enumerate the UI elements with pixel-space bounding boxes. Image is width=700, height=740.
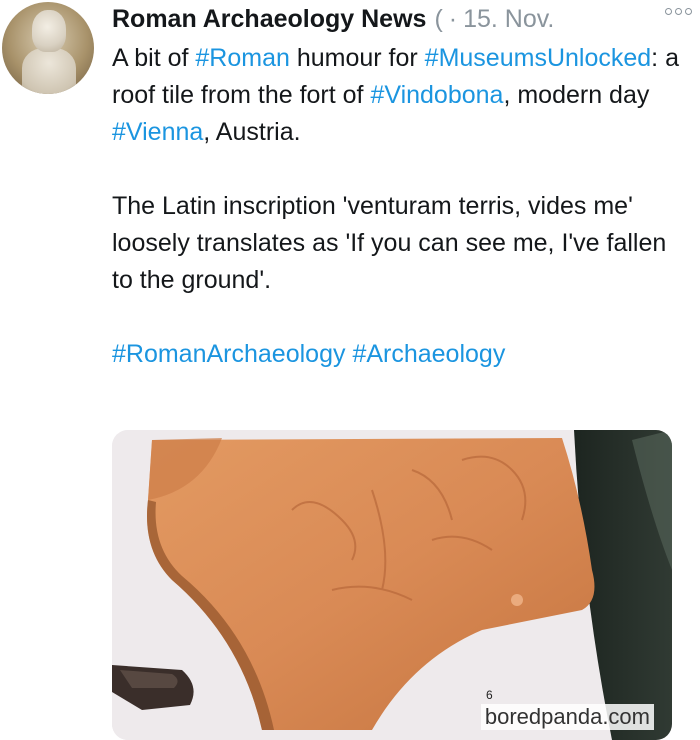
tweet-paragraph-2: The Latin inscription 'venturam terris, … [112,192,667,294]
tweet-hashtags: #RomanArchaeology #Archaeology [112,336,682,373]
dot-icon [675,8,682,15]
hashtag-vindobona[interactable]: #Vindobona [370,81,503,109]
hashtag-archaeology[interactable]: #Archaeology [352,340,505,368]
tweet-paragraph-1: A bit of #Roman humour for #MuseumsUnloc… [112,40,682,151]
hashtag-museumsunlocked[interactable]: #MuseumsUnlocked [425,44,652,72]
author-handle[interactable]: ( [434,5,442,34]
header-separator: · [448,4,458,33]
tweet-date[interactable]: 15. Nov. [463,5,554,34]
hashtag-romanarchaeology[interactable]: #RomanArchaeology [112,340,345,368]
avatar-bust-head [32,10,66,52]
more-dots-icon[interactable] [665,8,692,15]
text-run: , Austria. [203,118,301,146]
photo-label-number: 6 [486,688,493,702]
author-avatar[interactable] [2,2,94,94]
hashtag-vienna[interactable]: #Vienna [112,118,203,146]
tile-chip [511,594,523,606]
text-run: humour for [289,44,425,72]
dot-icon [685,8,692,15]
tweet-header: Roman Archaeology News ( · 15. Nov. [112,2,690,36]
avatar-bust-body [22,48,76,94]
roof-tile-photo [112,430,672,740]
tweet-media-photo[interactable]: 6 boredpanda.com [112,430,672,740]
boredpanda-watermark: boredpanda.com [480,704,654,730]
dot-icon [665,8,672,15]
hashtag-roman[interactable]: #Roman [195,44,290,72]
author-name[interactable]: Roman Archaeology News [112,5,426,34]
text-run: A bit of [112,44,196,72]
tweet-text: A bit of #Roman humour for #MuseumsUnloc… [112,40,682,373]
text-run: , modern day [503,81,650,109]
